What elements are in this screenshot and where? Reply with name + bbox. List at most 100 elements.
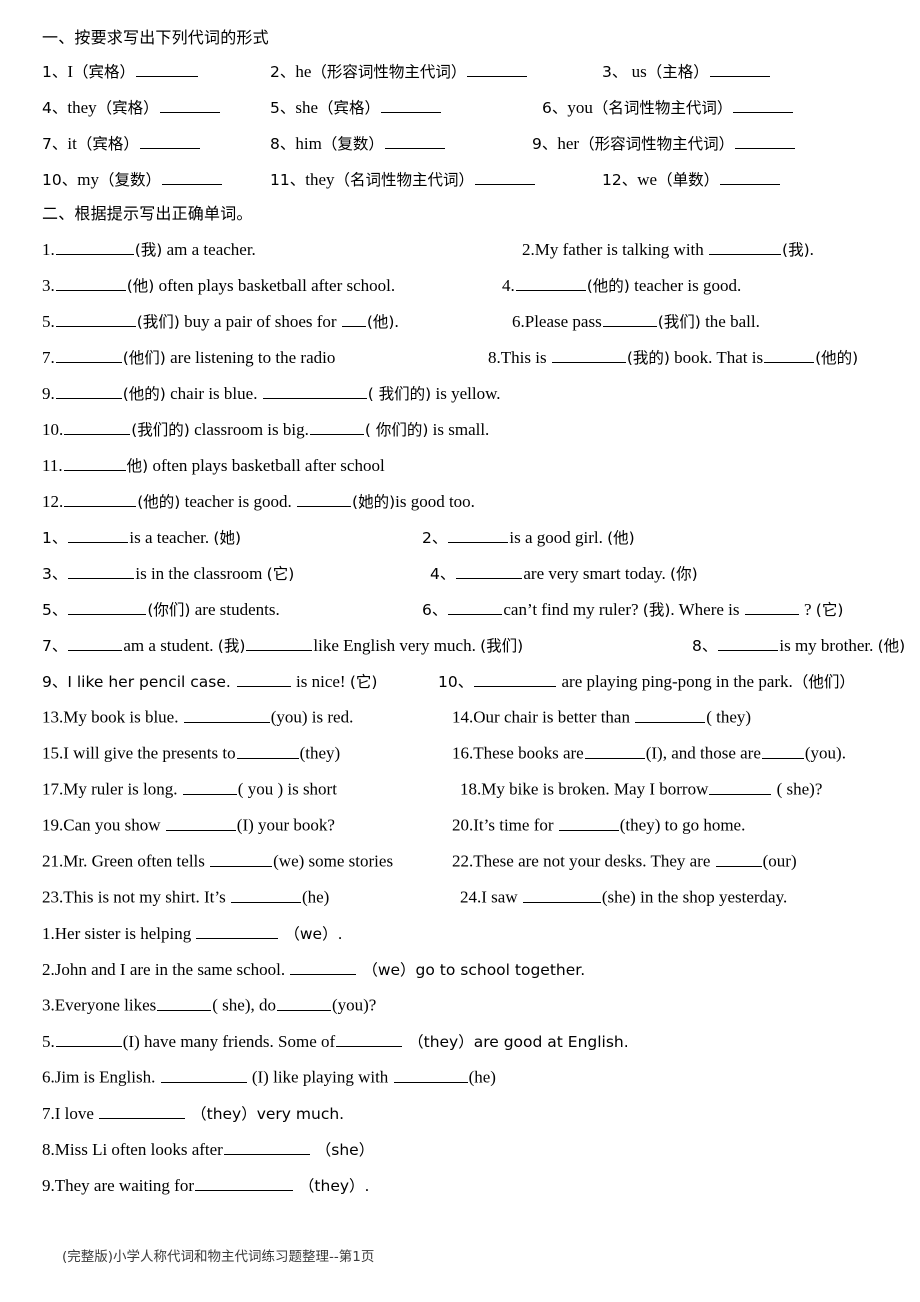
answer-blank[interactable] (733, 96, 794, 113)
answer-blank[interactable] (159, 96, 220, 113)
exercise-row: 2.John and I are in the same school. （we… (42, 958, 890, 994)
answer-blank[interactable] (55, 238, 134, 255)
answer-blank[interactable] (139, 132, 200, 149)
pronoun-item-4: 4、they（宾格） (42, 96, 221, 118)
answer-blank[interactable] (64, 490, 137, 507)
answer-blank[interactable] (55, 310, 136, 327)
item-hint: (他) (607, 529, 635, 547)
section-1-row: 4、they（宾格） 5、she（宾格） 6、you（名词性物主代词） (42, 96, 890, 132)
answer-blank[interactable] (761, 742, 804, 759)
answer-blank[interactable] (309, 418, 364, 435)
item-hint: (她) (213, 529, 241, 547)
item-text: 2.My father is talking with (522, 240, 709, 259)
item-text: 6.Please pass (512, 312, 602, 331)
item-number: 6、 (422, 601, 448, 619)
exercise-item-a7: 7. (他们) are listening to the radio (42, 346, 335, 368)
answer-blank[interactable] (236, 670, 291, 687)
answer-blank[interactable] (715, 850, 762, 867)
answer-blank[interactable] (63, 454, 126, 471)
answer-blank[interactable] (709, 60, 770, 77)
answer-blank[interactable] (196, 922, 279, 939)
item-hint: (他的) (137, 493, 181, 511)
exercise-row: 1、 is a teacher. (她) 2、 is a good girl. (他… (42, 526, 890, 562)
answer-blank[interactable] (55, 382, 122, 399)
item-hint: (他的) (586, 277, 630, 295)
answer-blank[interactable] (161, 168, 222, 185)
answer-blank[interactable] (165, 814, 236, 831)
answer-blank[interactable] (522, 886, 601, 903)
answer-blank[interactable] (55, 274, 126, 291)
item-number: 5、 (270, 99, 296, 117)
answer-blank[interactable] (381, 96, 442, 113)
answer-blank[interactable] (68, 598, 147, 615)
answer-blank[interactable] (456, 562, 523, 579)
answer-blank[interactable] (735, 132, 796, 149)
answer-blank[interactable] (68, 526, 129, 543)
item-text: are listening to the radio (165, 348, 336, 367)
item-hint: （主格） (646, 63, 709, 81)
answer-blank[interactable] (195, 1174, 293, 1191)
answer-blank[interactable] (744, 598, 799, 615)
answer-blank[interactable] (764, 346, 815, 363)
answer-blank[interactable] (448, 598, 503, 615)
item-text: 13.My book is blue. (42, 707, 183, 727)
answer-blank[interactable] (474, 670, 557, 687)
answer-blank[interactable] (157, 994, 212, 1011)
exercise-item-c14: 14.Our chair is better than ( they) (452, 706, 751, 728)
answer-blank[interactable] (136, 60, 199, 77)
answer-blank[interactable] (182, 778, 237, 795)
answer-blank[interactable] (276, 994, 331, 1011)
item-text: are students. (190, 600, 280, 619)
answer-blank[interactable] (551, 346, 626, 363)
answer-blank[interactable] (515, 274, 586, 291)
item-text: (you)? (331, 995, 377, 1015)
answer-blank[interactable] (55, 1030, 122, 1047)
pronoun-item-3: 3、 us（主格） (602, 60, 771, 82)
exercise-item-a10: 10. (我们的) classroom is big. ( 你们的) is smal… (42, 418, 489, 440)
answer-blank[interactable] (475, 168, 536, 185)
answer-blank[interactable] (709, 778, 772, 795)
item-hint: ( 你们的) (364, 421, 429, 439)
answer-blank[interactable] (718, 634, 779, 651)
answer-blank[interactable] (336, 1030, 403, 1047)
answer-blank[interactable] (393, 1066, 468, 1083)
answer-blank[interactable] (236, 742, 299, 759)
answer-blank[interactable] (230, 886, 301, 903)
answer-blank[interactable] (297, 490, 352, 507)
answer-blank[interactable] (99, 1102, 186, 1119)
exercise-item-c15: 15.I will give the presents to (they) (42, 742, 340, 764)
answer-blank[interactable] (709, 238, 782, 255)
item-text: 5. (42, 312, 55, 331)
item-number: 6、 (542, 99, 568, 117)
item-word: us (627, 62, 647, 81)
answer-blank[interactable] (584, 742, 645, 759)
answer-blank[interactable] (341, 310, 366, 327)
answer-blank[interactable] (290, 958, 357, 975)
exercise-item-b1: 1、 is a teacher. (她) (42, 526, 241, 548)
answer-blank[interactable] (210, 850, 273, 867)
answer-blank[interactable] (558, 814, 619, 831)
answer-blank[interactable] (246, 634, 313, 651)
answer-blank[interactable] (602, 310, 657, 327)
exercise-item-d2: 2.John and I are in the same school. （we… (42, 958, 585, 980)
answer-blank[interactable] (68, 562, 135, 579)
item-hint: (你们) (147, 601, 191, 619)
answer-blank[interactable] (223, 1138, 310, 1155)
answer-blank[interactable] (448, 526, 509, 543)
item-hint: (他) (877, 637, 906, 655)
item-text: are playing ping-pong in the park. (557, 672, 793, 691)
item-text: is good too. (395, 492, 475, 511)
answer-blank[interactable] (467, 60, 528, 77)
item-text: (I), and those are (645, 743, 761, 763)
answer-blank[interactable] (384, 132, 445, 149)
answer-blank[interactable] (160, 1066, 247, 1083)
answer-blank[interactable] (64, 418, 131, 435)
answer-blank[interactable] (55, 346, 122, 363)
answer-blank[interactable] (262, 382, 367, 399)
answer-blank[interactable] (68, 634, 123, 651)
item-text: (he) (468, 1067, 496, 1087)
answer-blank[interactable] (183, 706, 270, 723)
item-text: (I) your book? (236, 815, 335, 835)
answer-blank[interactable] (635, 706, 706, 723)
answer-blank[interactable] (720, 168, 781, 185)
